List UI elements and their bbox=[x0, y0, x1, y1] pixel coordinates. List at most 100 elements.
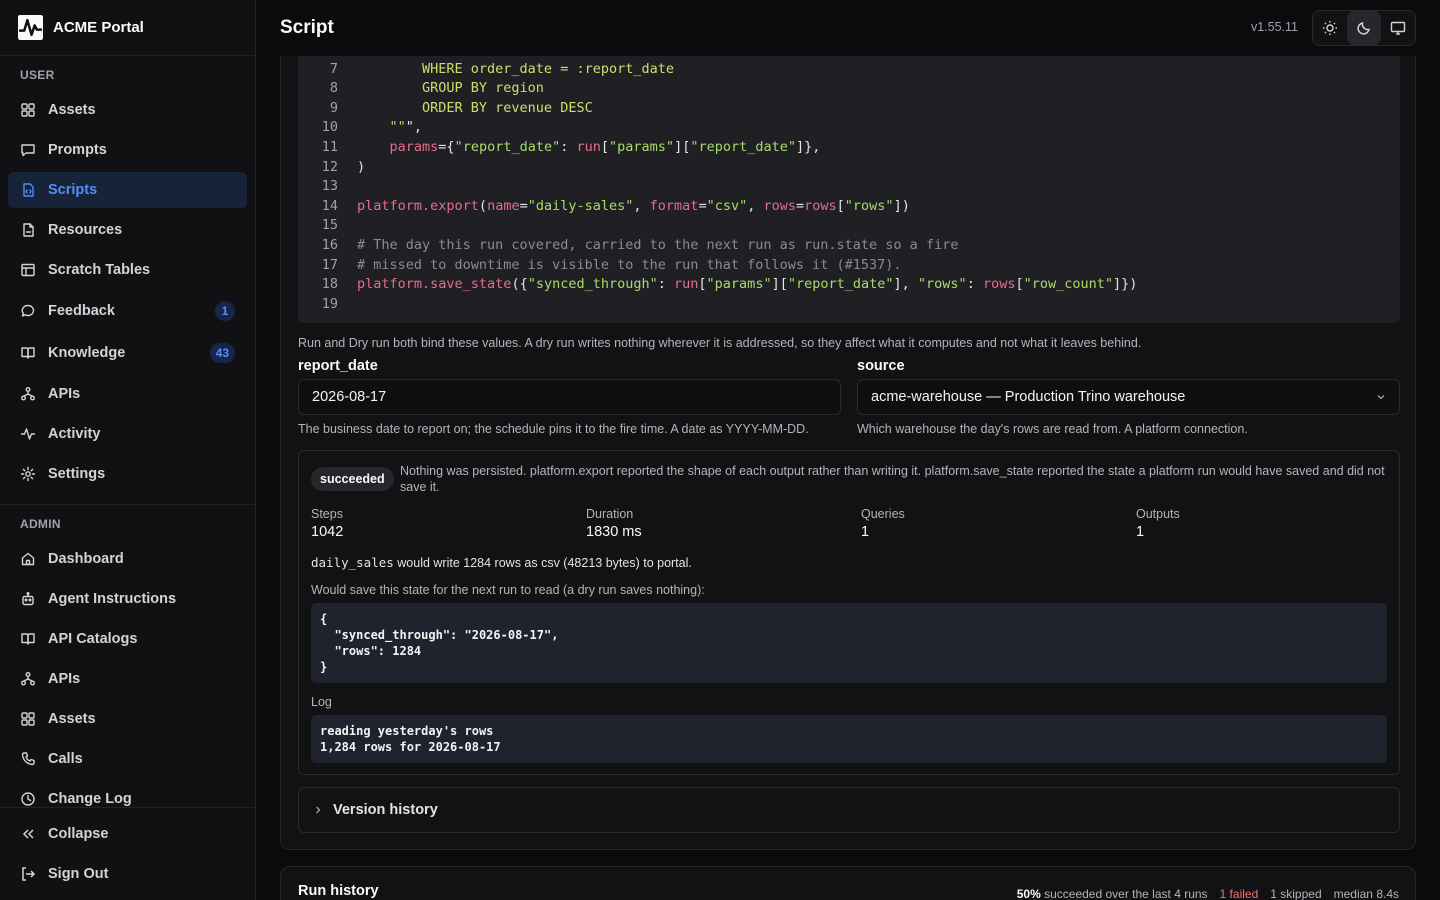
collapse-label: Collapse bbox=[48, 826, 109, 842]
script-card: 6 FROM sales.orders7 WHERE order_date = … bbox=[280, 56, 1416, 850]
line-number: 18 bbox=[321, 276, 338, 293]
sidebar-item-knowledge[interactable]: Knowledge 43 bbox=[8, 335, 247, 371]
sidebar-item-calls[interactable]: Calls bbox=[8, 741, 247, 777]
sun-icon bbox=[1323, 21, 1337, 35]
code-line: 12) bbox=[298, 158, 1137, 178]
sidebar-item-scripts[interactable]: Scripts bbox=[8, 172, 247, 208]
line-number: 15 bbox=[321, 217, 338, 234]
line-number: 10 bbox=[321, 119, 338, 136]
phone-icon bbox=[21, 752, 35, 766]
line-text: WHERE order_date = :report_date bbox=[357, 60, 674, 77]
log-output: reading yesterday's rows 1,284 rows for … bbox=[311, 715, 1387, 763]
book-icon bbox=[21, 633, 35, 645]
brand[interactable]: ACME Portal bbox=[0, 0, 255, 56]
export-text: would write 1284 rows as csv (48213 byte… bbox=[393, 556, 692, 570]
line-text: platform.export(name="daily-sales", form… bbox=[357, 197, 910, 214]
stat-duration: Duration 1830 ms bbox=[586, 507, 642, 540]
sidebar-item-scratch-tables[interactable]: Scratch Tables bbox=[8, 252, 247, 288]
file-icon bbox=[23, 223, 34, 237]
sidebar-item-label: Assets bbox=[48, 711, 96, 727]
chat-icon bbox=[21, 304, 35, 317]
stat-label: Outputs bbox=[1136, 507, 1180, 521]
line-text: params={"report_date": run["params"]["re… bbox=[389, 138, 821, 155]
report-date-value: 2026-08-17 bbox=[312, 389, 387, 405]
sidebar-item-feedback[interactable]: Feedback 1 bbox=[8, 293, 247, 329]
sidebar-item-label: Dashboard bbox=[48, 551, 124, 567]
network-icon bbox=[21, 387, 35, 401]
result-message: Nothing was persisted. platform.export r… bbox=[400, 464, 1385, 494]
sidebar-item-settings[interactable]: Settings bbox=[8, 456, 247, 492]
chevron-right-icon bbox=[316, 806, 321, 814]
sidebar-item-label: Settings bbox=[48, 466, 106, 482]
chevrons-left-icon bbox=[22, 829, 34, 839]
sidebar-item-api-catalogs[interactable]: API Catalogs bbox=[8, 621, 247, 657]
line-text: """, bbox=[389, 119, 423, 136]
line-number: 12 bbox=[321, 158, 338, 175]
run-history-summary: 50% succeeded over the last 4 runs bbox=[1017, 887, 1208, 900]
status-badge: succeeded bbox=[311, 467, 394, 491]
source-select[interactable]: acme-warehouse — Production Trino wareho… bbox=[857, 379, 1400, 415]
count-badge: 43 bbox=[209, 343, 235, 363]
activity-icon bbox=[20, 428, 36, 440]
report-date-input[interactable]: 2026-08-17 bbox=[298, 379, 841, 415]
theme-switch bbox=[1312, 10, 1416, 46]
code-line: 9 ORDER BY revenue DESC bbox=[298, 99, 1137, 119]
code-editor[interactable]: 6 FROM sales.orders7 WHERE order_date = … bbox=[298, 56, 1400, 323]
sidebar-item-change-log[interactable]: Change Log bbox=[8, 781, 247, 817]
code-line: 7 WHERE order_date = :report_date bbox=[298, 60, 1137, 80]
stat-outputs: Outputs 1 bbox=[1136, 507, 1180, 540]
sidebar-item-dashboard[interactable]: Dashboard bbox=[8, 541, 247, 577]
version-history-toggle[interactable]: Version history bbox=[298, 787, 1400, 833]
script-icon bbox=[23, 183, 34, 197]
sidebar-item-label: APIs bbox=[48, 386, 81, 402]
sign-out-icon bbox=[22, 867, 36, 881]
stat-label: Steps bbox=[311, 507, 343, 521]
line-text: # missed to downtime is visible to the r… bbox=[357, 256, 902, 273]
sidebar-item-assets[interactable]: Assets bbox=[8, 701, 247, 737]
collapse-button[interactable]: Collapse bbox=[8, 816, 247, 852]
sidebar-item-label: Scripts bbox=[48, 182, 98, 198]
gear-icon bbox=[20, 466, 36, 482]
code-line: 18 platform.save_state({"synced_through":… bbox=[298, 275, 1138, 295]
run-history-stats: 50% succeeded over the last 4 runs 1 fai… bbox=[1017, 887, 1399, 900]
line-text bbox=[338, 177, 357, 197]
sidebar-item-resources[interactable]: Resources bbox=[8, 212, 247, 248]
line-number: 7 bbox=[329, 60, 338, 77]
clock-icon bbox=[21, 792, 35, 806]
sidebar-divider bbox=[0, 807, 255, 808]
sidebar: ACME Portal USER Assets Prompts Scripts Res… bbox=[0, 0, 256, 900]
light-theme-button[interactable] bbox=[1313, 11, 1347, 45]
sign-out-button[interactable]: Sign Out bbox=[8, 856, 247, 892]
sidebar-item-prompts[interactable]: Prompts bbox=[8, 132, 247, 168]
stat-queries: Queries 1 bbox=[861, 507, 905, 540]
code-line: 10 """, bbox=[298, 118, 1137, 138]
code-line: 16 # The day this run covered, carried to… bbox=[298, 236, 1137, 256]
monitor-icon bbox=[1390, 21, 1406, 35]
line-text: ) bbox=[357, 158, 366, 175]
line-number: 8 bbox=[329, 80, 338, 97]
sidebar-item-agent-instructions[interactable]: Agent Instructions bbox=[8, 581, 247, 617]
export-name: daily_sales bbox=[311, 555, 394, 570]
line-number: 17 bbox=[321, 256, 338, 273]
success-percent: 50% bbox=[1016, 887, 1041, 900]
stat-value: 1042 bbox=[311, 524, 344, 540]
line-number: 13 bbox=[321, 178, 338, 195]
sidebar-item-apis[interactable]: APIs bbox=[8, 661, 247, 697]
sidebar-item-assets[interactable]: Assets bbox=[8, 92, 247, 128]
moon-icon bbox=[1357, 22, 1370, 35]
source-help: Which warehouse the day's rows are read … bbox=[857, 422, 1248, 436]
line-text: platform.save_state({"synced_through": r… bbox=[357, 276, 1138, 293]
sidebar-item-label: Change Log bbox=[48, 791, 132, 807]
line-text: # The day this run covered, carried to t… bbox=[357, 236, 959, 253]
sidebar-item-apis[interactable]: APIs bbox=[8, 376, 247, 412]
sidebar-item-label: Scratch Tables bbox=[48, 262, 151, 278]
dark-theme-button[interactable] bbox=[1347, 11, 1381, 45]
dry-run-result: succeeded Nothing was persisted. platfor… bbox=[298, 450, 1400, 775]
sidebar-item-activity[interactable]: Activity bbox=[8, 416, 247, 452]
system-theme-button[interactable] bbox=[1381, 11, 1415, 45]
sidebar-item-label: Calls bbox=[48, 751, 83, 767]
sidebar-item-label: Prompts bbox=[48, 142, 107, 158]
stat-steps: Steps 1042 bbox=[311, 507, 343, 540]
app-name: ACME Portal bbox=[53, 19, 144, 36]
sign-out-label: Sign Out bbox=[48, 866, 109, 882]
